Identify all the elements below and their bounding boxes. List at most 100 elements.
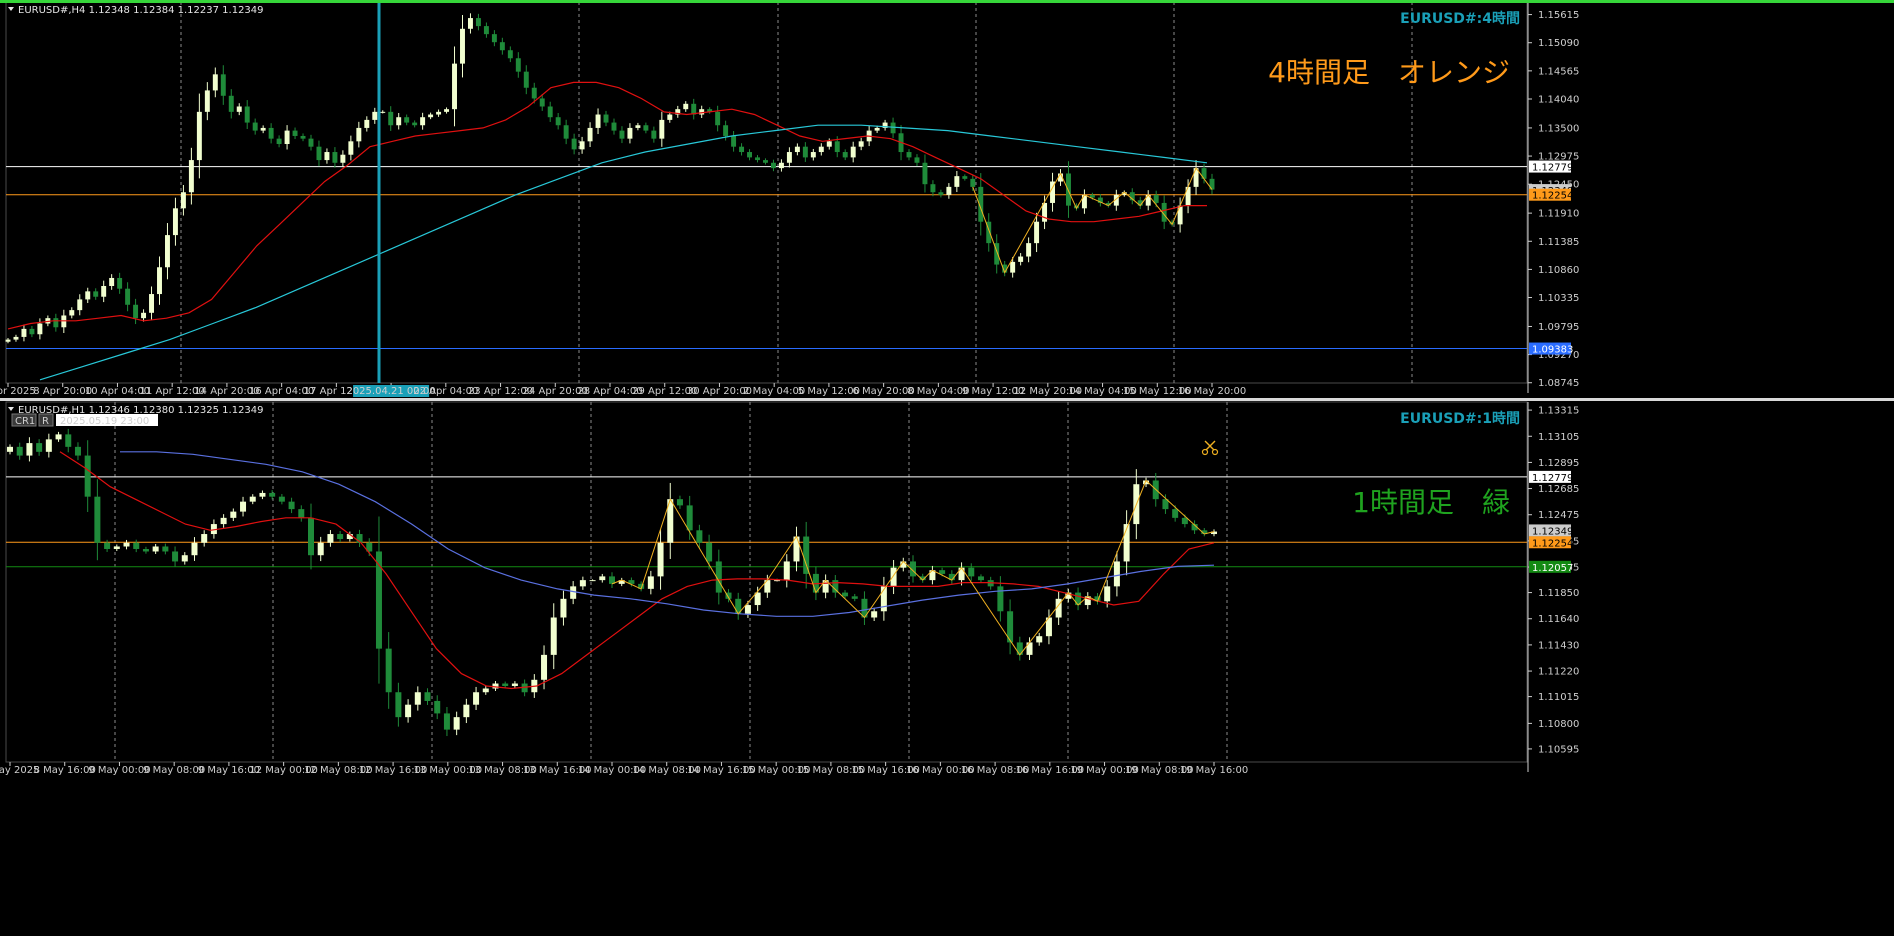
candle-body	[968, 567, 975, 577]
candle-body	[851, 596, 858, 599]
chart-title: EURUSD#:1時間	[1400, 410, 1520, 427]
candle-body	[570, 586, 577, 599]
candle-body	[954, 176, 960, 187]
price-tick-label: 1.11430	[1538, 640, 1579, 651]
candle-body	[244, 106, 250, 123]
candle-body	[850, 146, 856, 158]
price-tick-label: 1.13315	[1538, 406, 1579, 417]
candle-body	[507, 50, 513, 59]
candle-body	[101, 286, 107, 297]
candle-body	[483, 26, 489, 35]
candle-body	[420, 117, 426, 126]
candle-body	[191, 542, 198, 556]
candle-body	[938, 192, 944, 195]
candle-body	[152, 546, 159, 552]
candle-body	[230, 511, 237, 518]
candle-body	[842, 152, 848, 158]
candle-body	[84, 455, 91, 497]
candle-body	[731, 135, 737, 147]
candle-body	[109, 277, 115, 287]
candle-body	[332, 152, 338, 163]
price-tick-label: 1.14040	[1538, 94, 1579, 105]
price-tick-label: 1.12685	[1538, 484, 1579, 495]
candle-body	[308, 138, 314, 147]
candle-body	[65, 434, 72, 447]
candle-body	[356, 127, 362, 142]
candle-body	[832, 580, 839, 593]
candle-body	[292, 130, 298, 136]
candle-body	[970, 178, 976, 187]
candle-body	[164, 235, 170, 268]
time-tick-label: 8 May 16:00	[34, 765, 96, 776]
candle-body	[149, 294, 154, 313]
candle-body	[240, 501, 247, 512]
candle-body	[603, 114, 609, 123]
candle-body	[45, 439, 52, 452]
candle-body	[1066, 173, 1071, 206]
candle-body	[922, 162, 928, 185]
candle-body	[550, 617, 557, 655]
candle-body	[327, 534, 334, 543]
candle-body	[228, 95, 234, 112]
candle-body	[204, 90, 210, 112]
candle-body	[162, 546, 169, 552]
chart-canvas[interactable]: 1.156151.150901.145651.140401.135001.129…	[0, 0, 1894, 932]
annotation-text: 4時間足 オレンジ	[1268, 56, 1510, 89]
candle-body	[515, 58, 521, 72]
candle-body	[834, 141, 840, 153]
candle-body	[337, 534, 344, 540]
candle-body	[201, 534, 208, 543]
candle-body	[26, 443, 33, 456]
candle-body	[1113, 561, 1120, 587]
candle-body	[475, 18, 481, 27]
candle-body	[651, 130, 657, 139]
candle-body	[29, 328, 35, 335]
candle-body	[786, 152, 792, 163]
candle-body	[906, 152, 912, 158]
candle-body	[755, 157, 760, 161]
candle-body	[739, 146, 745, 153]
time-axis: 8 May 20258 May 16:009 May 00:009 May 08…	[0, 762, 1248, 776]
price-tick-label: 1.13500	[1538, 123, 1579, 134]
candle-body	[117, 277, 123, 289]
candle-body	[385, 648, 392, 693]
candle-body	[826, 141, 832, 147]
candle-body	[348, 141, 354, 155]
candle-body	[890, 122, 896, 134]
candle-body	[260, 127, 266, 131]
candle-body	[460, 28, 465, 64]
candle-body	[436, 111, 442, 115]
price-badge: 1.09383	[1529, 342, 1573, 356]
candle-body	[123, 542, 130, 547]
candle-body	[491, 34, 497, 43]
price-tick-label: 1.14565	[1538, 66, 1579, 77]
candle-body	[428, 114, 434, 118]
candle-body	[5, 339, 11, 342]
candle-body	[181, 555, 188, 562]
candle-body	[443, 713, 450, 730]
candle-body	[284, 130, 290, 145]
candle-body	[962, 176, 968, 179]
candle-body	[298, 509, 305, 518]
price-tick-label: 1.11220	[1538, 667, 1579, 678]
candle-body	[619, 130, 625, 139]
price-tick-label: 1.11015	[1538, 692, 1579, 703]
price-badge-label: 1.12779	[1532, 163, 1573, 174]
candle-body	[453, 717, 460, 730]
candle-body	[696, 530, 703, 543]
candle-body	[723, 125, 729, 136]
candle-body	[249, 496, 256, 502]
candle-body	[842, 592, 849, 597]
candle-body	[818, 146, 824, 153]
candle-body	[858, 141, 864, 147]
candle-body	[37, 323, 43, 335]
candle-body	[1034, 221, 1040, 244]
time-tick-label: 9 May 00:00	[88, 765, 150, 776]
candle-body	[7, 446, 13, 452]
candle-body	[1010, 261, 1016, 273]
candle-body	[269, 492, 276, 497]
time-axis: 7 Apr 20258 Apr 20:0010 Apr 04:0011 Apr …	[0, 383, 1246, 397]
candle-body	[444, 109, 450, 112]
price-badge: 1.12779	[1529, 160, 1573, 174]
candle-body	[414, 692, 421, 705]
